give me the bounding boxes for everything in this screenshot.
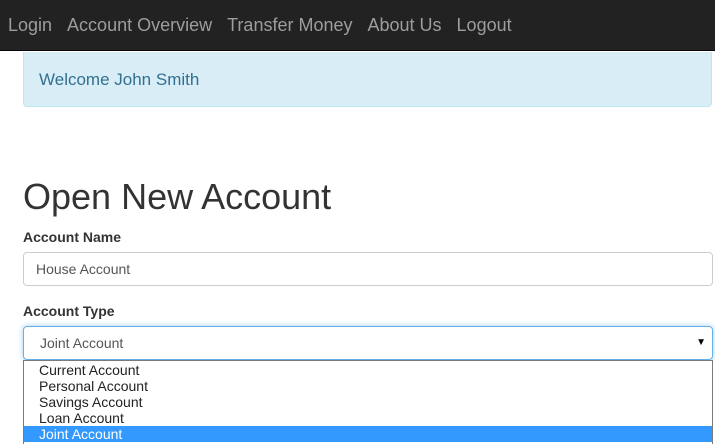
nav-account-overview-link[interactable]: Account Overview	[67, 0, 212, 51]
option-savings-account[interactable]: Savings Account	[24, 394, 712, 410]
option-personal-account[interactable]: Personal Account	[24, 378, 712, 394]
account-type-select[interactable]: Joint Account ▼	[23, 326, 713, 360]
account-type-selected-value: Joint Account	[40, 335, 124, 351]
dropdown-arrow-icon[interactable]: ▼	[696, 327, 706, 359]
option-joint-account[interactable]: Joint Account	[24, 426, 712, 442]
nav-transfer-money-link[interactable]: Transfer Money	[227, 0, 352, 51]
top-navbar: Login Account Overview Transfer Money Ab…	[0, 0, 715, 51]
account-name-input[interactable]	[23, 252, 713, 286]
account-name-label: Account Name	[23, 229, 122, 245]
nav-login-link[interactable]: Login	[8, 0, 52, 51]
account-type-options-list: Current Account Personal Account Savings…	[23, 360, 713, 444]
nav-about-us-link[interactable]: About Us	[368, 0, 442, 51]
option-loan-account[interactable]: Loan Account	[24, 410, 712, 426]
welcome-alert: Welcome John Smith	[23, 52, 712, 107]
page-title: Open New Account	[23, 176, 332, 217]
option-current-account[interactable]: Current Account	[24, 362, 712, 378]
nav-logout-link[interactable]: Logout	[457, 0, 512, 51]
account-type-label: Account Type	[23, 303, 115, 319]
